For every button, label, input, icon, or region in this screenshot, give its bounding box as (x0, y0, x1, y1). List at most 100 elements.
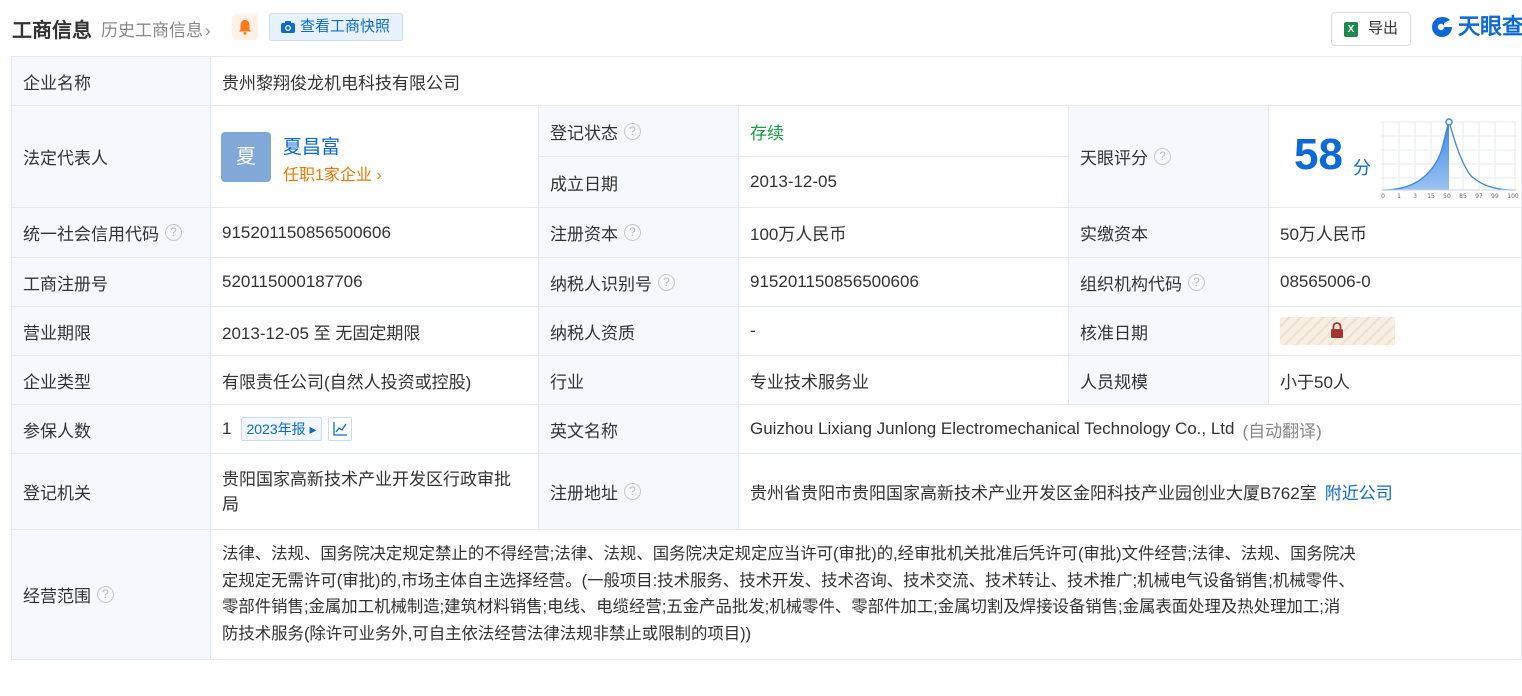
scope-line: 定规定无需许可(审批)的,市场主体自主选择经营。(一般项目:技术服务、技术开发、… (222, 571, 1355, 590)
credit-code-label: 统一社会信用代码 (23, 225, 159, 244)
chart-axis-label: 85 (1459, 193, 1467, 200)
score-unit: 分 (1353, 158, 1371, 178)
auto-translate-note: (自动翻译) (1242, 421, 1322, 441)
section-title: 工商信息 (12, 20, 92, 42)
scope-label-cell: 经营范围 ? (11, 530, 211, 660)
locked-value-box[interactable] (1280, 317, 1395, 345)
credit-code-value: 915201150856500606 (211, 208, 539, 258)
authority-value: 贵阳国家高新技术产业开发区行政审批 局 (211, 454, 539, 530)
tianyancha-logo: 天眼查 (1430, 12, 1522, 42)
brand-text: 天眼查 (1458, 14, 1522, 39)
snapshot-button[interactable]: 查看工商快照 (269, 13, 403, 41)
help-icon[interactable]: ? (1154, 148, 1171, 165)
trend-chart-button[interactable] (327, 417, 352, 441)
address-label-cell: 注册地址 ? (539, 454, 739, 530)
chart-axis-label: 0 (1381, 193, 1385, 200)
annual-report-tag[interactable]: 2023年报 ▸ (241, 417, 322, 441)
address-cell: 贵州省贵阳市贵阳国家高新技术产业开发区金阳科技产业园创业大厦B762室 附近公司 (739, 454, 1522, 530)
export-button[interactable]: X 导出 (1331, 12, 1411, 46)
scope-label: 经营范围 (23, 587, 91, 606)
term-value: 2013-12-05 至 无固定期限 (211, 307, 539, 356)
nearby-companies-link[interactable]: 附近公司 (1325, 479, 1393, 504)
brand-logo-icon (1432, 16, 1452, 37)
capital-label-cell: 注册资本 ? (539, 208, 739, 258)
legal-rep-name[interactable]: 夏昌富 (283, 132, 340, 159)
excel-icon: X (1344, 22, 1358, 37)
help-icon[interactable]: ? (97, 586, 114, 603)
insured-value: 1 (222, 419, 232, 438)
score-distribution-chart: 0 1 3 15 50 85 97 99 100 (1381, 118, 1519, 200)
scope-value: 法律、法规、国务院决定规定禁止的不得经营;法律、法规、国务院决定规定应当许可(审… (211, 530, 1522, 660)
org-code-label-cell: 组织机构代码 ? (1069, 258, 1269, 307)
bell-icon (239, 20, 251, 35)
staff-size-label: 人员规模 (1069, 356, 1269, 405)
legal-rep-card[interactable]: 夏 夏昌富 任职1家企业 › (211, 106, 539, 208)
reg-status-label: 登记状态 (550, 123, 618, 143)
chart-axis-label: 99 (1491, 193, 1499, 200)
paid-capital-value: 50万人民币 (1269, 208, 1522, 258)
help-icon[interactable]: ? (165, 224, 182, 241)
trend-chart-icon (332, 422, 347, 436)
chart-axis-label: 100 (1507, 193, 1519, 200)
english-name-value: Guizhou Lixiang Junlong Electromechanica… (750, 419, 1235, 438)
paid-capital-label: 实缴资本 (1069, 208, 1269, 258)
capital-value: 100万人民币 (739, 208, 1069, 258)
export-label: 导出 (1368, 20, 1399, 37)
company-name-value: 贵州黎翔俊龙机电科技有限公司 (211, 56, 1522, 106)
scope-line: 防技术服务(除许可业务外,可自主依法经营法律法规非禁止或限制的项目)) (222, 624, 752, 643)
legal-rep-positions-link[interactable]: 任职1家企业 › (283, 161, 382, 185)
address-value: 贵州省贵阳市贵阳国家高新技术产业开发区金阳科技产业园创业大厦B762室 (750, 484, 1317, 503)
lock-icon (1331, 322, 1343, 338)
reg-no-label: 工商注册号 (11, 258, 211, 307)
help-icon[interactable]: ? (658, 273, 675, 291)
taxpayer-id-value: 915201150856500606 (739, 258, 1069, 307)
org-code-label: 组织机构代码 (1080, 274, 1182, 294)
industry-value: 专业技术服务业 (739, 356, 1069, 405)
avatar[interactable]: 夏 (221, 132, 271, 182)
authority-value-line: 贵阳国家高新技术产业开发区行政审批 (222, 469, 511, 489)
insured-cell: 1 2023年报 ▸ (211, 405, 539, 454)
capital-label: 注册资本 (550, 225, 618, 244)
tax-qual-value: - (739, 307, 1069, 356)
tax-qual-label: 纳税人资质 (539, 307, 739, 356)
chevron-right-icon: › (205, 21, 211, 40)
help-icon[interactable]: ? (624, 483, 641, 500)
scope-line: 零部件销售;金属加工机械制造;建筑材料销售;电线、电缆经营;五金产品批发;机械零… (222, 598, 1341, 616)
help-icon[interactable]: ? (1188, 273, 1205, 291)
taxpayer-id-label-cell: 纳税人识别号 ? (539, 258, 739, 307)
camera-icon (281, 21, 295, 33)
chart-axis-label: 15 (1427, 193, 1435, 200)
insured-label: 参保人数 (11, 405, 211, 454)
score-label-cell: 天眼评分 ? (1069, 106, 1269, 208)
term-label: 营业期限 (11, 307, 211, 356)
reg-status-label-cell: 登记状态 ? (539, 106, 739, 157)
legal-rep-label: 法定代表人 (11, 106, 211, 208)
chart-axis-label: 1 (1397, 193, 1401, 200)
authority-label: 登记机关 (11, 454, 211, 530)
authority-value-line: 局 (222, 494, 239, 514)
monitor-bell-button[interactable] (232, 14, 258, 40)
section-header: 工商信息 历史工商信息 › 查看工商快照 X 导出 天眼查 (0, 0, 1522, 56)
score-label: 天眼评分 (1080, 149, 1148, 168)
industry-label: 行业 (539, 356, 739, 405)
help-icon[interactable]: ? (624, 224, 641, 241)
english-name-label: 英文名称 (539, 405, 739, 454)
score-value: 58 (1294, 130, 1343, 179)
reg-status-value: 存续 (739, 106, 1069, 157)
history-info-link[interactable]: 历史工商信息 › (101, 16, 211, 41)
found-date-value: 2013-12-05 (739, 157, 1069, 208)
reg-no-value: 520115000187706 (211, 258, 539, 307)
taxpayer-id-label: 纳税人识别号 (550, 274, 652, 294)
company-name-label: 企业名称 (11, 56, 211, 106)
snapshot-label: 查看工商快照 (300, 18, 391, 35)
english-name-cell: Guizhou Lixiang Junlong Electromechanica… (739, 405, 1522, 454)
chart-axis-label: 97 (1475, 193, 1483, 200)
score-cell[interactable]: 58 分 0 1 3 15 50 85 97 99 100 (1269, 106, 1522, 208)
org-code-value: 08565006-0 (1269, 258, 1522, 307)
chart-axis-label: 50 (1443, 193, 1451, 200)
company-type-label: 企业类型 (11, 356, 211, 405)
company-type-value: 有限责任公司(自然人投资或控股) (211, 356, 539, 405)
approve-date-label: 核准日期 (1069, 307, 1269, 356)
staff-size-value: 小于50人 (1269, 356, 1522, 405)
help-icon[interactable]: ? (624, 122, 641, 140)
